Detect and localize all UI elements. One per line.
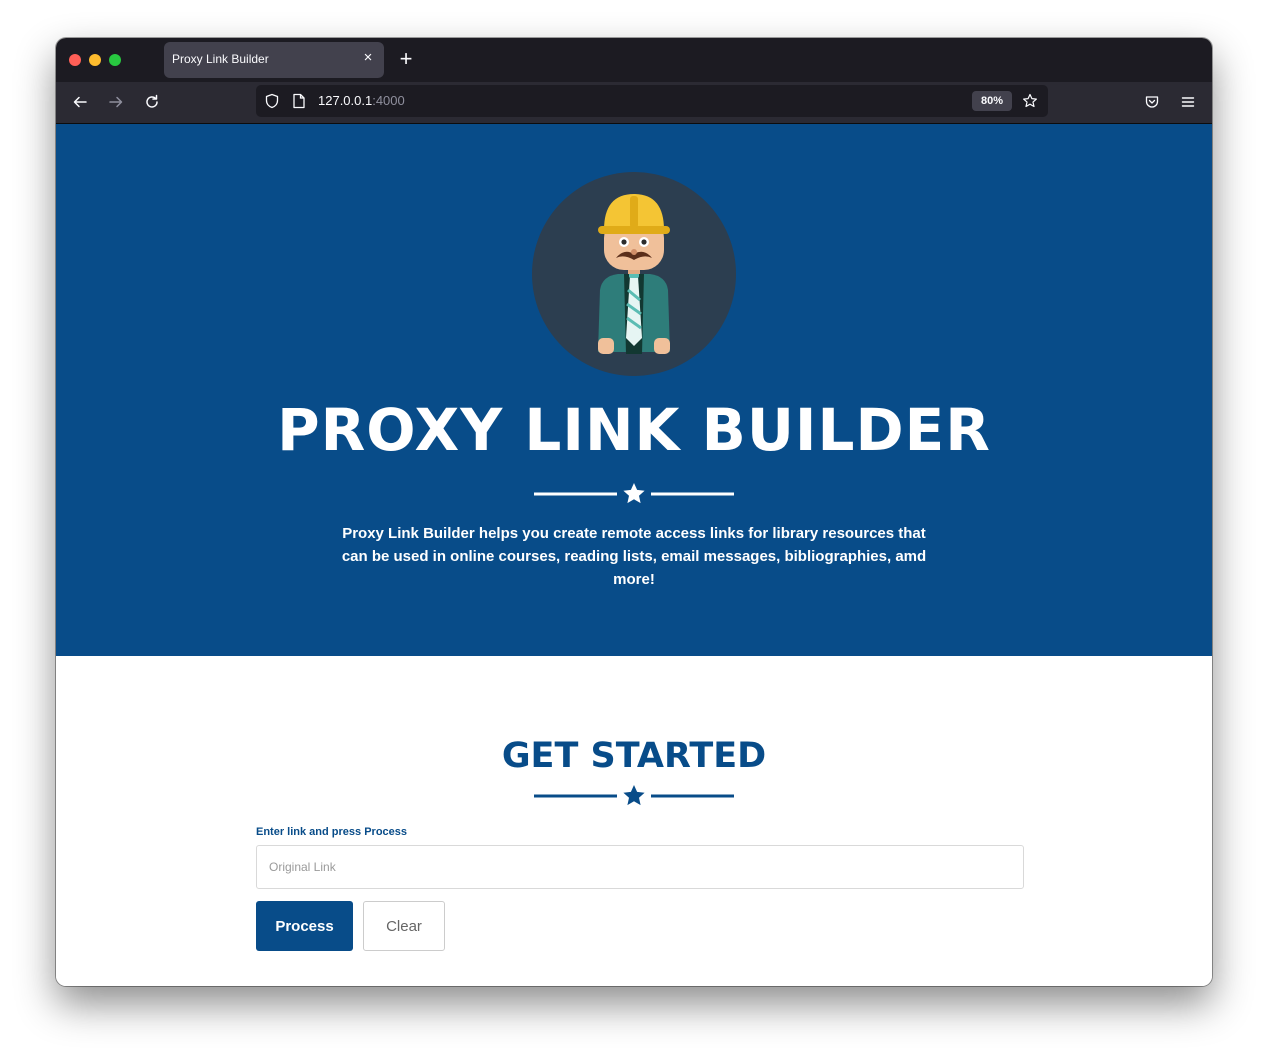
minimize-window-button[interactable] xyxy=(89,54,101,66)
tab-active[interactable]: Proxy Link Builder × xyxy=(164,42,384,78)
forward-button[interactable] xyxy=(104,90,128,114)
back-arrow-icon xyxy=(73,96,87,108)
url-host: 127.0.0.1 xyxy=(318,93,373,108)
navigation-bar: 127.0.0.1:4000 80% xyxy=(56,82,1212,124)
star-icon[interactable] xyxy=(1022,93,1038,109)
pocket-button[interactable] xyxy=(1140,90,1164,114)
reload-icon xyxy=(146,94,158,108)
builder-avatar-image xyxy=(532,172,736,376)
zoom-level-badge[interactable]: 80% xyxy=(972,91,1012,111)
link-field-label: Enter link and press Process xyxy=(256,826,408,838)
page-title: PROXY LINK BUILDER xyxy=(277,396,991,464)
title-divider xyxy=(534,483,734,504)
url-bar[interactable]: 127.0.0.1:4000 80% xyxy=(256,85,1048,117)
star-icon xyxy=(623,483,645,504)
reload-button[interactable] xyxy=(140,90,164,114)
close-icon[interactable]: × xyxy=(360,50,376,66)
tab-bar: Proxy Link Builder × + xyxy=(56,38,1212,82)
url-text[interactable]: 127.0.0.1:4000 xyxy=(318,93,405,108)
original-link-input[interactable] xyxy=(256,845,1024,889)
hamburger-menu-icon xyxy=(1181,97,1195,107)
close-window-button[interactable] xyxy=(69,54,81,66)
hero-description: Proxy Link Builder helps you create remo… xyxy=(341,525,927,588)
browser-window: Proxy Link Builder × + 127.0.0.1:4000 80… xyxy=(56,38,1212,986)
hero-section: PROXY LINK BUILDER Proxy Link Builder he… xyxy=(56,124,1212,656)
section-divider xyxy=(534,785,734,806)
pocket-icon xyxy=(1145,96,1159,108)
star-icon xyxy=(623,785,645,806)
url-port: :4000 xyxy=(372,93,405,108)
page-icon xyxy=(293,93,305,109)
page-content: PROXY LINK BUILDER Proxy Link Builder he… xyxy=(56,124,1212,986)
process-button[interactable]: Process xyxy=(256,901,353,951)
new-tab-button[interactable]: + xyxy=(396,48,416,70)
back-button[interactable] xyxy=(68,90,92,114)
menu-button[interactable] xyxy=(1176,90,1200,114)
clear-button[interactable]: Clear xyxy=(363,901,445,951)
shield-icon[interactable] xyxy=(264,93,280,109)
get-started-heading: GET STARTED xyxy=(501,736,767,776)
maximize-window-button[interactable] xyxy=(109,54,121,66)
forward-arrow-icon xyxy=(109,96,123,108)
tab-title: Proxy Link Builder xyxy=(172,52,269,66)
